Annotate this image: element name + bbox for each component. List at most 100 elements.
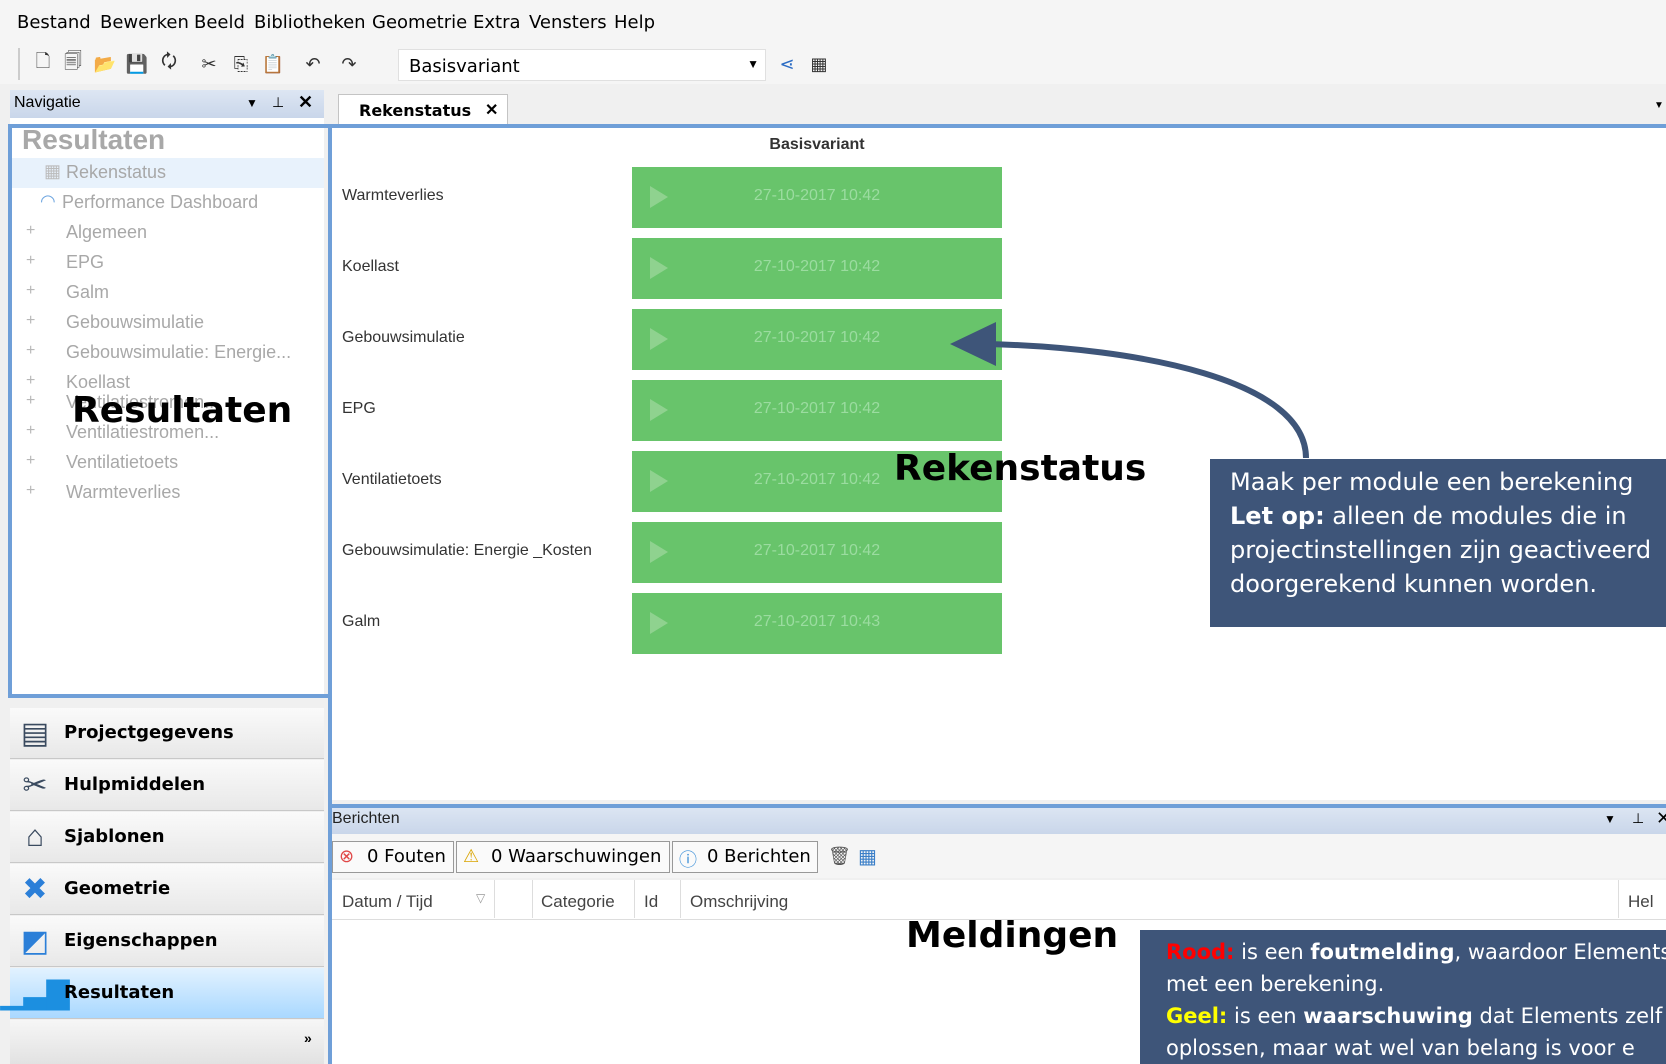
column-datetime[interactable]: Datum / Tijd [342,892,433,912]
column-separator [1618,880,1619,918]
save-icon[interactable]: 💾 [124,51,150,77]
table-icon[interactable]: ▦ [858,844,877,869]
module-button-geometrie[interactable]: ✖ Geometrie [10,864,324,915]
chevron-down-icon: ▼ [747,57,759,71]
copy-icon[interactable]: ⎘ [228,51,254,77]
paste-icon[interactable]: 📋 [260,51,286,77]
toolbar-grip [18,48,20,80]
close-icon[interactable]: ✕ [298,92,313,113]
house-icon: ⌂ [25,820,45,853]
sort-icon: ▽ [476,891,486,905]
module-button-label: Hulpmiddelen [64,774,206,795]
column-help[interactable]: Hel [1628,892,1654,912]
module-button-label: Resultaten [64,982,175,1003]
callout-bold: Let op: [1230,502,1325,530]
document-tabbar [330,90,1666,124]
filter-errors-label: 0 Fouten [367,846,446,867]
pin-icon[interactable]: ⊥ [272,94,284,111]
trash-icon[interactable]: 🗑 [828,846,851,867]
tab-rekenstatus[interactable]: Rekenstatus ✕ [338,94,508,124]
highlight-frame-divider [328,690,332,1064]
nav-panel-header: Navigatie ▼ ⊥ ✕ [10,90,324,118]
messages-dropdown-icon[interactable]: ▼ [1604,812,1616,826]
open-folder-icon[interactable]: 📂 [92,51,118,77]
column-category[interactable]: Categorie [541,892,615,912]
save-as-icon[interactable]: 🗘 [156,51,182,77]
module-button-label: Sjablonen [64,826,165,847]
module-button-label: Geometrie [64,878,171,899]
messages-column-header [330,880,1666,920]
filter-info-button[interactable]: ⓘ 0 Berichten [672,841,818,873]
error-icon: ⊗ [339,846,355,867]
module-button-sjablonen[interactable]: ⌂ Sjablonen [10,812,324,863]
callout-bold: waarschuwing [1303,1004,1473,1028]
tools-icon: ✂ [22,768,48,802]
tab-label: Rekenstatus [359,101,472,120]
module-button-label: Eigenschappen [64,930,218,951]
module-button-label: Projectgegevens [64,722,234,743]
cut-icon[interactable]: ✂ [196,51,222,77]
nav-panel-title: Navigatie [14,94,81,111]
messages-panel-header: Berichten ▼ ⊥ ✕ [330,806,1666,834]
new-file-icon[interactable]: 🗋 [30,51,56,77]
redo-icon[interactable]: ↷ [336,51,362,77]
menu-extra[interactable]: Extra [473,12,521,33]
close-icon[interactable]: ✕ [1656,808,1666,829]
module-button-eigenschappen[interactable]: ◩ Eigenschappen [10,916,324,967]
pin-icon[interactable]: ⊥ [1632,810,1644,827]
menu-beeld[interactable]: Beeld [194,12,245,33]
variant-select[interactable]: Basisvariant ▼ [398,49,766,81]
callout-line: Maak per module een berekening [1230,468,1634,496]
callout-line: projectinstellingen zijn geactiveerd [1230,536,1652,564]
column-separator [680,880,681,918]
menu-geometrie[interactable]: Geometrie [372,12,467,33]
callout-line: alleen de modules die in [1324,502,1627,530]
share-icon[interactable]: ⋖ [774,51,800,77]
column-id[interactable]: Id [644,892,658,912]
tab-list-chevron-icon[interactable]: ▼ [1654,100,1664,111]
overflow-chevron-icon[interactable]: » [304,1030,312,1046]
callout-line: met een berekening. [1166,972,1385,996]
callout-text: is een [1227,1004,1304,1028]
warning-icon: ⚠ [463,846,480,867]
messages-panel-title: Berichten [332,810,400,827]
menu-vensters[interactable]: Vensters [529,12,607,33]
new-from-template-icon[interactable]: 🗐 [60,51,86,77]
callout-line: oplossen, maar wat wel van belang is voo… [1166,1036,1635,1060]
module-button-projectgegevens[interactable]: ▤ Projectgegevens [10,708,324,759]
notebook-icon: ▤ [20,716,50,750]
calculator-icon[interactable]: ▦ [806,51,832,77]
column-description[interactable]: Omschrijving [690,892,788,912]
column-separator [634,880,635,918]
filter-info-label: 0 Berichten [707,846,811,867]
callout-bold: foutmelding [1310,940,1455,964]
nav-dropdown-icon[interactable]: ▼ [246,96,258,110]
module-button-resultaten[interactable]: ▁▃▇ Resultaten [0,968,324,1019]
menu-bestand[interactable]: Bestand [17,12,91,33]
menu-help[interactable]: Help [614,12,655,33]
menu-bar: Bestand Bewerken Beeld Bibliotheken Geom… [0,0,1666,44]
filter-warnings-label: 0 Waarschuwingen [491,846,662,867]
undo-icon[interactable]: ↶ [300,51,326,77]
filter-warnings-button[interactable]: ⚠ 0 Waarschuwingen [456,841,670,873]
menu-bibliotheken[interactable]: Bibliotheken [254,12,366,33]
callout-meldingen: Rood: is een foutmelding, waardoor Eleme… [1140,930,1666,1064]
arrow-shaft [987,341,1309,459]
annotation-resultaten: Resultaten [72,390,293,431]
column-separator [494,880,495,918]
column-separator [532,880,533,918]
tab-close-icon[interactable]: ✕ [485,100,498,120]
callout-red-label: Rood: [1166,940,1235,964]
annotation-arrow [950,322,1309,459]
callout-text: , waardoor Elements [1454,940,1666,964]
menu-bewerken[interactable]: Bewerken [100,12,189,33]
callout-yellow-label: Geel: [1166,1004,1228,1028]
callout-module-berekening: Maak per module een berekening Let op: a… [1210,459,1666,627]
module-button-hulpmiddelen[interactable]: ✂ Hulpmiddelen [10,760,324,811]
filter-errors-button[interactable]: ⊗ 0 Fouten [332,841,454,873]
annotation-meldingen: Meldingen [906,915,1119,956]
callout-line: doorgerekend kunnen worden. [1230,570,1598,598]
callout-text: dat Elements zelf [1472,1004,1663,1028]
properties-icon: ◩ [20,924,50,958]
callout-text: is een [1234,940,1311,964]
